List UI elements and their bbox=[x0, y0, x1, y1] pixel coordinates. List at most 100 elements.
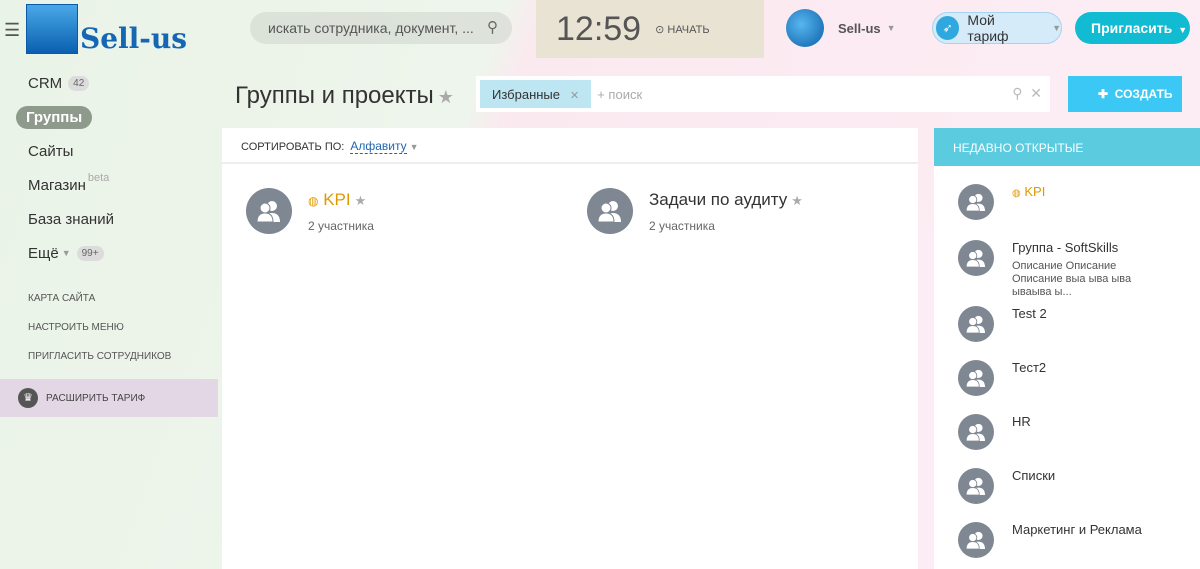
rocket-icon: ➶ bbox=[936, 16, 960, 40]
recent-item-name: ◍ KPI bbox=[1012, 184, 1045, 199]
sort-bar: СОРТИРОВАТЬ ПО: Алфавиту ▼ bbox=[222, 128, 918, 164]
chevron-down-icon: ▼ bbox=[1052, 23, 1061, 33]
group-name[interactable]: Задачи по аудиту bbox=[649, 190, 787, 209]
start-label: НАЧАТЬ bbox=[667, 23, 710, 36]
group-avatar-icon bbox=[958, 240, 994, 276]
sort-label: СОРТИРОВАТЬ ПО: bbox=[241, 141, 345, 153]
chevron-down-icon: ▼ bbox=[886, 23, 896, 33]
counter-badge: 42 bbox=[68, 75, 90, 91]
recent-item[interactable]: Группа - SoftSkills Описание Описание Опи… bbox=[958, 240, 1152, 299]
group-card[interactable]: Задачи по аудиту ★ 2 участника bbox=[587, 188, 803, 234]
group-avatar-icon bbox=[958, 414, 994, 450]
recent-name-text: HR bbox=[1012, 414, 1031, 429]
recent-item[interactable]: Списки bbox=[958, 468, 1055, 504]
top-bar: ☰ Sell-us искать сотрудника, документ, .… bbox=[0, 0, 1200, 58]
recent-name-text: Тест2 bbox=[1012, 360, 1047, 375]
account-menu[interactable]: Sell-us ▼ bbox=[786, 9, 896, 47]
chevron-down-icon: ▼ bbox=[61, 248, 71, 258]
recent-item-name: HR bbox=[1012, 414, 1031, 429]
search-placeholder: искать сотрудника, документ, ... bbox=[268, 20, 474, 36]
logo[interactable]: Sell-us bbox=[26, 4, 187, 54]
menu-label: Сайты bbox=[28, 142, 74, 160]
group-avatar-icon bbox=[587, 188, 633, 234]
filter-placeholder: + поиск bbox=[597, 86, 643, 102]
create-label: СОЗДАТЬ bbox=[1114, 87, 1173, 101]
recent-name-text: KPI bbox=[1024, 184, 1046, 199]
recent-item-desc: Описание Описание Описание выа ыва ыва ы… bbox=[1012, 260, 1132, 298]
recent-item[interactable]: Маркетинг и Реклама bbox=[958, 522, 1142, 558]
recent-item[interactable]: HR bbox=[958, 414, 1031, 450]
groups-panel: СОРТИРОВАТЬ ПО: Алфавиту ▼ ◍ KPI ★ 2 участни… bbox=[222, 128, 918, 569]
search-clear-icons[interactable]: ⚲ ✕ bbox=[1012, 85, 1042, 102]
menu-item-groups[interactable]: Группы bbox=[0, 100, 218, 134]
clock-time: 12:59 bbox=[556, 9, 642, 48]
recent-item[interactable]: Test 2 bbox=[958, 306, 1047, 342]
page-title: Группы и проекты ★ bbox=[235, 82, 454, 110]
beta-label: beta bbox=[87, 172, 110, 184]
avatar bbox=[786, 9, 824, 47]
recent-item-name: Группа - SoftSkills bbox=[1012, 240, 1152, 255]
logo-text: Sell-us bbox=[80, 22, 188, 55]
star-icon[interactable]: ★ bbox=[791, 193, 803, 208]
start-button[interactable]: ⊙ НАЧАТЬ bbox=[655, 23, 709, 36]
configure-menu-link[interactable]: НАСТРОИТЬ МЕНЮ bbox=[0, 313, 218, 342]
left-menu: CRM 42 Группы Сайты Магазин beta База знан… bbox=[0, 66, 218, 417]
chip-label: Избранные bbox=[492, 87, 560, 102]
recent-name-text: Test 2 bbox=[1012, 306, 1047, 321]
logo-mark-icon bbox=[26, 4, 78, 54]
invite-label: Пригласить bbox=[1091, 20, 1173, 36]
group-card[interactable]: ◍ KPI ★ 2 участника bbox=[246, 188, 374, 234]
group-avatar-icon bbox=[958, 306, 994, 342]
recent-name-text: Списки bbox=[1012, 468, 1056, 483]
account-name: Sell-us bbox=[838, 20, 881, 36]
menu-label: Магазин bbox=[28, 176, 86, 194]
group-members: 2 участника bbox=[308, 219, 374, 233]
filter-chip[interactable]: Избранные ✕ bbox=[480, 80, 592, 108]
menu-icon[interactable]: ☰ bbox=[4, 20, 20, 41]
menu-item-knowledge[interactable]: База знаний bbox=[0, 202, 218, 236]
star-icon[interactable]: ★ bbox=[355, 193, 367, 208]
menu-label: Группы bbox=[16, 105, 93, 129]
menu-item-crm[interactable]: CRM 42 bbox=[0, 66, 218, 100]
sitemap-link[interactable]: КАРТА САЙТА bbox=[0, 284, 218, 313]
group-name[interactable]: KPI bbox=[323, 190, 350, 209]
search-icon[interactable]: ⚲ bbox=[487, 18, 498, 36]
group-avatar-icon bbox=[958, 184, 994, 220]
recent-name-text: Группа - SoftSkills bbox=[1012, 240, 1119, 255]
globe-icon: ◍ bbox=[308, 194, 319, 208]
menu-label: CRM bbox=[28, 74, 63, 92]
recent-title: НЕДАВНО ОТКРЫТЫЕ bbox=[934, 128, 1200, 166]
plus-icon: ✚ bbox=[1098, 87, 1109, 101]
sort-dropdown[interactable]: Алфавиту bbox=[350, 139, 407, 154]
recent-item-name: Test 2 bbox=[1012, 306, 1047, 321]
recent-item[interactable]: ◍ KPI bbox=[958, 184, 1045, 220]
upgrade-tariff-button[interactable]: ♛ РАСШИРИТЬ ТАРИФ bbox=[0, 379, 218, 417]
star-icon[interactable]: ★ bbox=[438, 87, 454, 107]
group-avatar-icon bbox=[958, 360, 994, 396]
menu-item-sites[interactable]: Сайты bbox=[0, 134, 218, 168]
group-members: 2 участника bbox=[649, 219, 715, 233]
play-icon: ⊙ bbox=[655, 23, 665, 36]
clock-panel: 12:59 ⊙ НАЧАТЬ bbox=[536, 0, 764, 58]
group-avatar-icon bbox=[958, 522, 994, 558]
invite-button[interactable]: Пригласить ▼ bbox=[1075, 12, 1190, 44]
recent-item[interactable]: Тест2 bbox=[958, 360, 1046, 396]
recent-name-text: Маркетинг и Реклама bbox=[1012, 522, 1142, 537]
menu-item-shop[interactable]: Магазин beta bbox=[0, 168, 218, 202]
group-avatar-icon bbox=[958, 468, 994, 504]
invite-employees-link[interactable]: ПРИГЛАСИТЬ СОТРУДНИКОВ bbox=[0, 342, 218, 371]
globe-icon: ◍ bbox=[1012, 188, 1021, 199]
chevron-down-icon: ▼ bbox=[1178, 25, 1188, 35]
close-icon[interactable]: ✕ bbox=[570, 90, 579, 102]
counter-badge: 99+ bbox=[76, 245, 104, 261]
menu-item-more[interactable]: Ещё ▼ 99+ bbox=[0, 236, 218, 270]
upgrade-label: РАСШИРИТЬ ТАРИФ bbox=[46, 392, 146, 404]
menu-label: База знаний bbox=[28, 210, 114, 228]
recent-item-name: Маркетинг и Реклама bbox=[1012, 522, 1142, 537]
filter-search[interactable]: Избранные ✕ + поиск ⚲ ✕ bbox=[476, 76, 1050, 112]
create-button[interactable]: ✚ СОЗДАТЬ bbox=[1068, 76, 1182, 112]
chevron-down-icon: ▼ bbox=[409, 142, 419, 152]
search-input[interactable]: искать сотрудника, документ, ... ⚲ bbox=[250, 12, 512, 44]
recent-item-name: Тест2 bbox=[1012, 360, 1046, 375]
tariff-button[interactable]: ➶ Мой тариф ▼ bbox=[932, 12, 1062, 44]
